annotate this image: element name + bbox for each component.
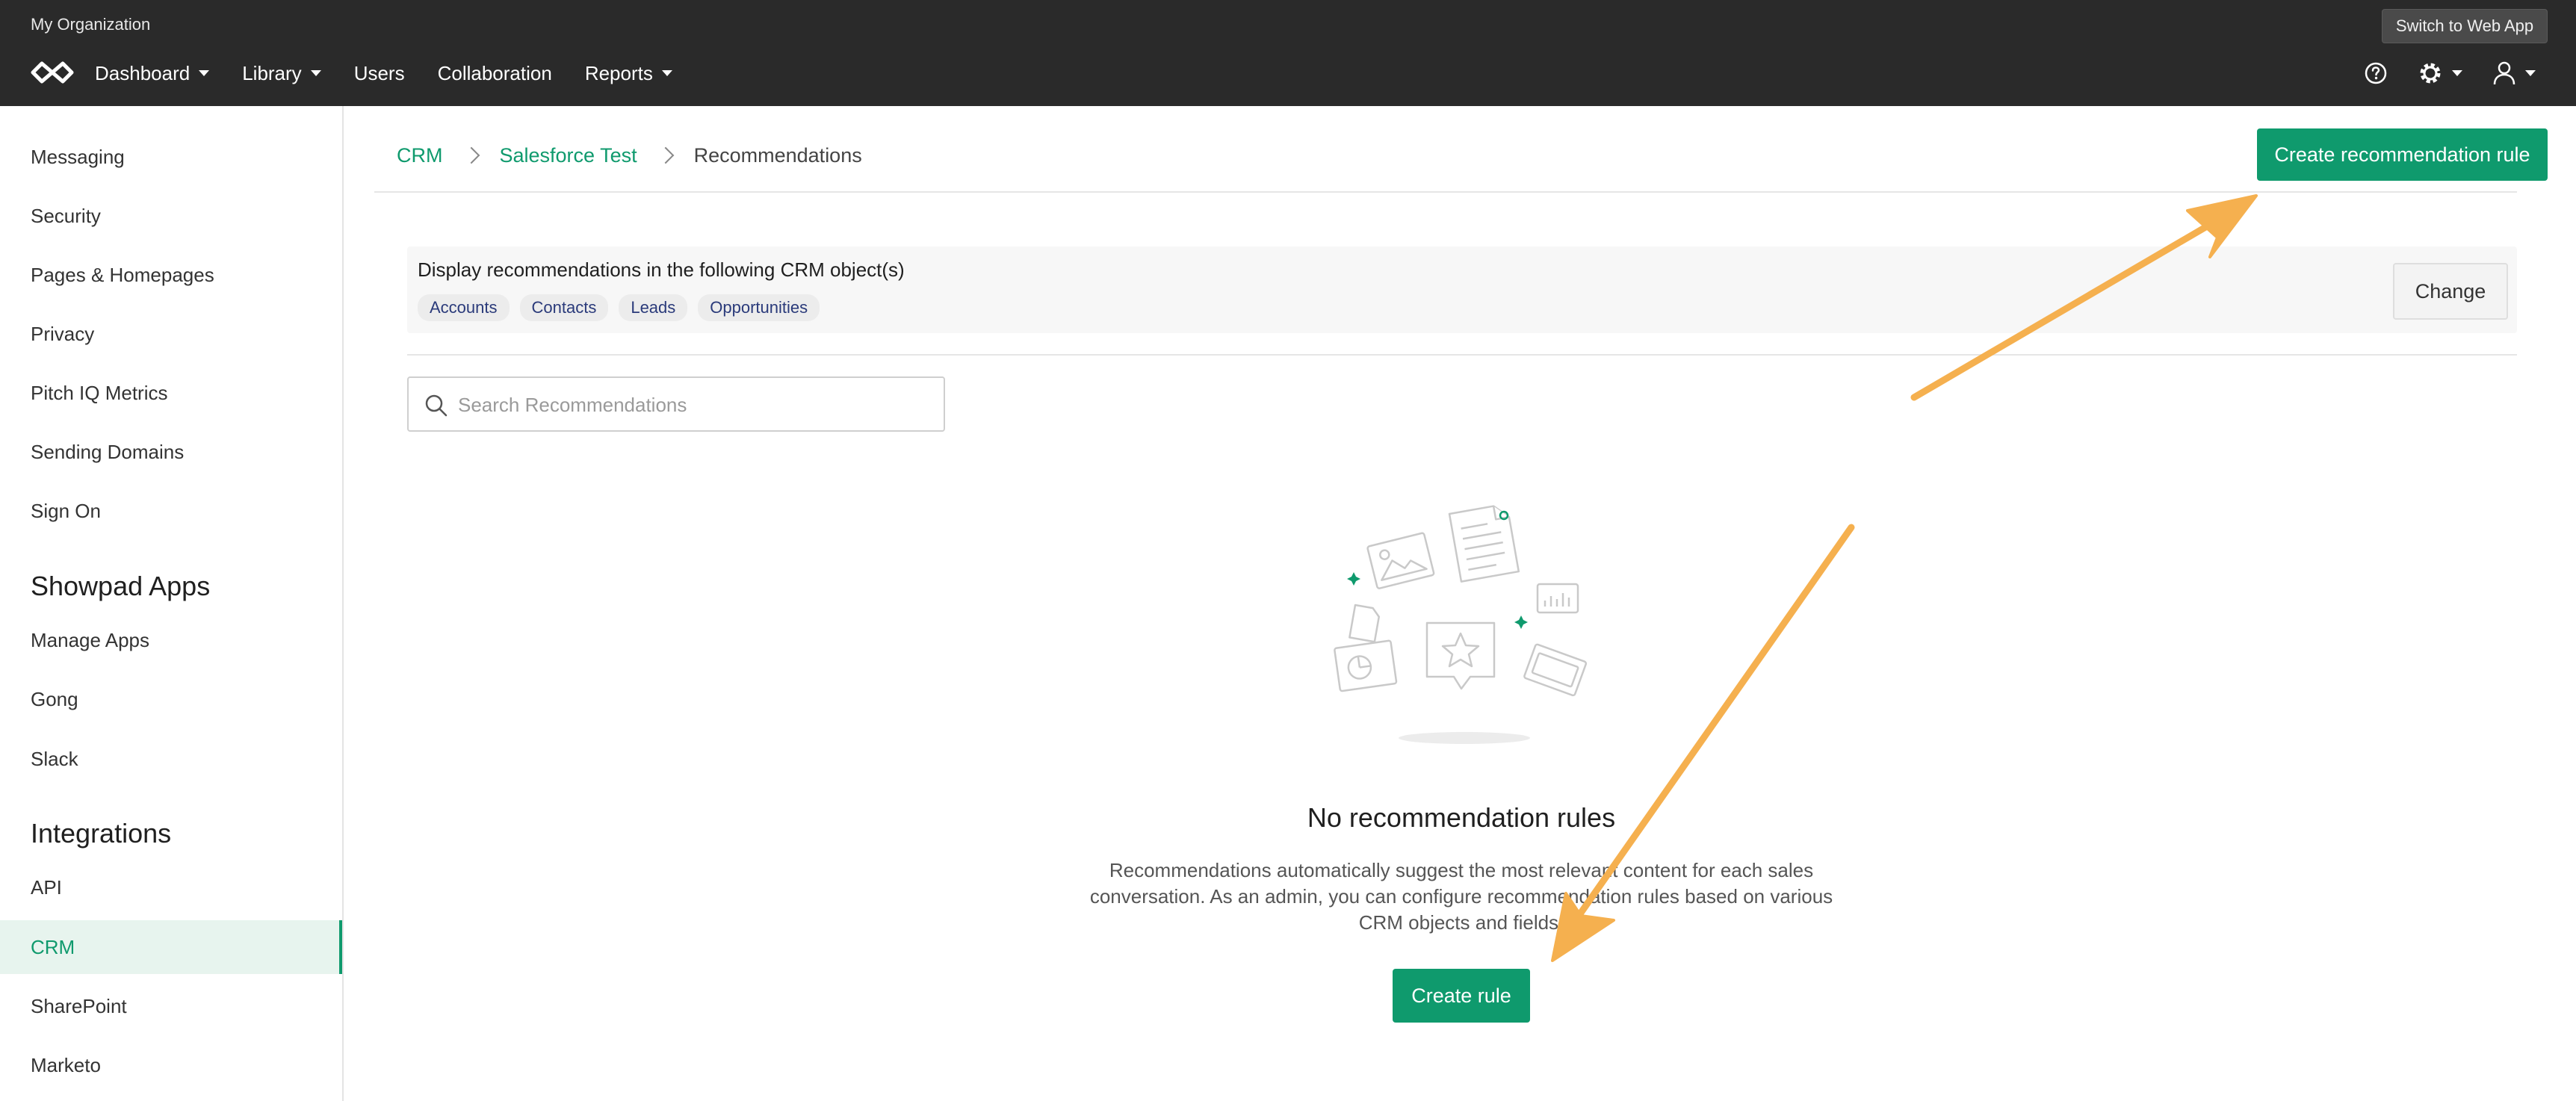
- chevron-down-icon: [310, 70, 321, 76]
- help-button[interactable]: [2364, 58, 2388, 88]
- user-icon: [2493, 61, 2515, 85]
- chip-contacts: Contacts: [519, 294, 609, 321]
- search-icon: [425, 394, 448, 417]
- sidebar-item-slack[interactable]: Slack: [0, 732, 342, 786]
- sidebar-item-sign-on[interactable]: Sign On: [0, 484, 342, 538]
- showpad-logo-icon[interactable]: [30, 60, 75, 85]
- empty-state-title: No recommendation rules: [1307, 802, 1616, 833]
- empty-state-illustration: [1334, 505, 1588, 744]
- nav-reports[interactable]: Reports: [585, 62, 672, 85]
- sidebar-item-privacy[interactable]: Privacy: [0, 307, 342, 361]
- chevron-down-icon: [661, 70, 672, 76]
- chevron-down-icon: [199, 70, 210, 76]
- user-menu-button[interactable]: [2492, 58, 2536, 88]
- search-recommendations-input[interactable]: [456, 378, 923, 432]
- chip-accounts: Accounts: [418, 294, 510, 321]
- panel-divider: [407, 354, 2517, 356]
- sidebar-item-api[interactable]: API: [0, 860, 342, 914]
- nav-collaboration[interactable]: Collaboration: [438, 62, 552, 85]
- chip-opportunities: Opportunities: [698, 294, 820, 321]
- crm-objects-panel: Display recommendations in the following…: [407, 246, 2517, 333]
- create-recommendation-rule-button[interactable]: Create recommendation rule: [2257, 128, 2548, 181]
- breadcrumb-salesforce-test-link[interactable]: Salesforce Test: [500, 144, 637, 167]
- nav-library-label: Library: [242, 61, 302, 84]
- header-divider: [374, 191, 2517, 193]
- chevron-down-icon: [2452, 70, 2462, 76]
- sidebar-item-pitch-iq-metrics[interactable]: Pitch IQ Metrics: [0, 366, 342, 420]
- nav-collaboration-label: Collaboration: [437, 61, 552, 84]
- breadcrumb-crm-link[interactable]: CRM: [397, 144, 443, 167]
- sidebar-item-gong[interactable]: Gong: [0, 672, 342, 726]
- sidebar-heading-integrations: Integrations: [31, 818, 172, 849]
- chip-leads: Leads: [619, 294, 688, 321]
- crm-object-chips: Accounts Contacts Leads Opportunities: [418, 294, 830, 321]
- change-crm-objects-button[interactable]: Change: [2393, 263, 2508, 320]
- sidebar-item-sending-domains[interactable]: Sending Domains: [0, 425, 342, 479]
- nav-dashboard-label: Dashboard: [95, 61, 191, 84]
- empty-state-description: Recommendations automatically suggest th…: [1089, 859, 1833, 934]
- nav-users-label: Users: [353, 61, 405, 84]
- sidebar-item-security[interactable]: Security: [0, 189, 342, 243]
- nav-dashboard[interactable]: Dashboard: [95, 61, 210, 85]
- breadcrumb-current-page: Recommendations: [693, 143, 862, 167]
- settings-button[interactable]: [2418, 58, 2462, 88]
- help-icon: [2365, 62, 2387, 84]
- gear-icon: [2420, 63, 2441, 84]
- sidebar-item-pages-homepages[interactable]: Pages & Homepages: [0, 248, 342, 302]
- switch-to-web-app-button[interactable]: Switch to Web App: [2382, 9, 2548, 43]
- nav-library[interactable]: Library: [242, 62, 321, 85]
- crm-objects-title: Display recommendations in the following…: [418, 258, 905, 281]
- organization-name: My Organization: [31, 15, 151, 34]
- search-box: [407, 376, 945, 432]
- create-rule-button[interactable]: Create rule: [1393, 969, 1530, 1023]
- sidebar-heading-showpad-apps: Showpad Apps: [31, 571, 211, 601]
- sidebar-item-marketo[interactable]: Marketo: [0, 1038, 342, 1092]
- sidebar-item-sharepoint[interactable]: SharePoint: [0, 979, 342, 1033]
- sidebar-item-messaging[interactable]: Messaging: [0, 130, 342, 184]
- chevron-right-icon: [657, 146, 674, 164]
- nav-users[interactable]: Users: [354, 62, 405, 85]
- chevron-right-icon: [462, 146, 480, 164]
- main-nav: Dashboard Library Users Collaboration Re…: [95, 58, 705, 88]
- sidebar-item-crm[interactable]: CRM: [0, 920, 342, 974]
- sidebar-item-manage-apps[interactable]: Manage Apps: [0, 613, 342, 667]
- nav-reports-label: Reports: [584, 61, 653, 84]
- top-bar: My Organization Switch to Web App Dashbo…: [0, 0, 2576, 106]
- chevron-down-icon: [2525, 70, 2536, 76]
- settings-sidebar: Messaging Security Pages & Homepages Pri…: [0, 106, 344, 1101]
- breadcrumb: CRM Salesforce Test Recommendations: [397, 140, 862, 170]
